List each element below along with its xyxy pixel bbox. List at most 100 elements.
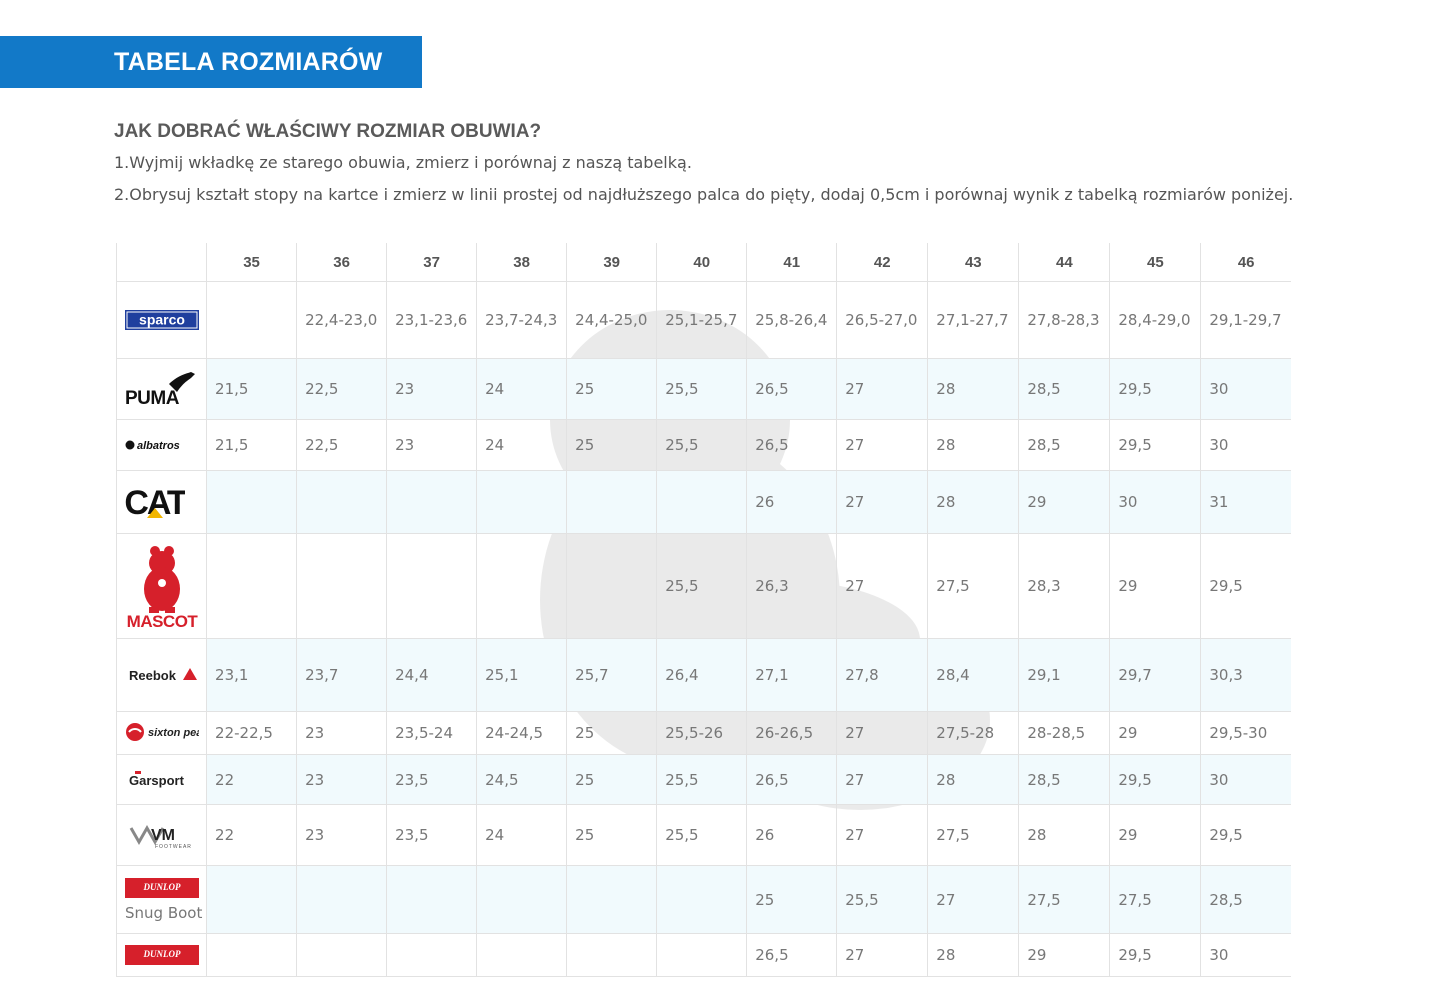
- size-value: 28,3: [1018, 533, 1110, 639]
- size-value: 23,5-24: [386, 711, 477, 755]
- size-value: 25: [566, 804, 657, 866]
- size-value: 23,1: [206, 638, 297, 712]
- svg-text:DUNLOP: DUNLOP: [143, 882, 181, 892]
- size-value: 25: [566, 754, 657, 805]
- size-value: 27,8: [836, 638, 928, 712]
- size-value: 25: [566, 711, 657, 755]
- size-value: 25: [746, 865, 837, 934]
- brand-cell: sparco: [115, 281, 207, 359]
- size-value: 24,4-25,0: [566, 281, 657, 359]
- svg-text:VM: VM: [151, 827, 175, 844]
- size-value: 28,5: [1200, 865, 1291, 934]
- size-value: 28: [927, 754, 1019, 805]
- size-value: 28: [927, 470, 1019, 534]
- table-row: sparco 22,4-23,0 23,1-23,6 23,7-24,3 24,…: [115, 281, 1291, 359]
- size-value: [386, 470, 477, 534]
- size-table: 35 36 37 38 39 40 41 42 43 44 45 46 spar…: [115, 243, 1291, 977]
- instruction-step-2: 2.Obrysuj kształt stopy na kartce i zmie…: [114, 185, 1294, 204]
- size-header: 46: [1200, 243, 1291, 282]
- size-value: 24-24,5: [476, 711, 567, 755]
- size-value: 28-28,5: [1018, 711, 1110, 755]
- brand-cell: DUNLOP: [115, 933, 207, 977]
- title-banner: TABELA ROZMIARÓW: [0, 36, 422, 88]
- size-value: 30: [1200, 754, 1291, 805]
- size-value: 21,5: [206, 419, 297, 471]
- cat-logo-icon: CAT: [125, 484, 185, 522]
- size-header: 44: [1018, 243, 1110, 282]
- albatros-logo-icon: albatros: [125, 440, 180, 452]
- reebok-logo-icon: Reebok: [125, 650, 199, 700]
- size-value: [386, 533, 477, 639]
- dunlop-logo-icon: DUNLOP: [125, 877, 199, 898]
- size-value: 25,5: [656, 358, 747, 420]
- size-value: 29,5: [1109, 419, 1201, 471]
- table-row: DUNLOP Snug Boot 25 25,5 27 27,5 27,5 28…: [115, 865, 1291, 934]
- size-value: 27,1-27,7: [927, 281, 1019, 359]
- size-header: 36: [296, 243, 387, 282]
- size-value: [476, 933, 567, 977]
- instruction-step-1: 1.Wyjmij wkładkę ze starego obuwia, zmie…: [114, 153, 692, 172]
- size-value: 29,1: [1018, 638, 1110, 712]
- size-value: 29,5: [1200, 533, 1291, 639]
- svg-text:sixton peak: sixton peak: [148, 727, 199, 739]
- size-value: 27: [836, 533, 928, 639]
- svg-text:MASCOT: MASCOT: [127, 612, 199, 629]
- sparco-logo-icon: sparco: [125, 310, 199, 330]
- size-value: 27: [836, 754, 928, 805]
- size-header: 35: [206, 243, 297, 282]
- size-value: 26: [746, 470, 837, 534]
- size-value: 25,5: [656, 419, 747, 471]
- brand-cell: albatros: [115, 419, 207, 471]
- instructions: JAK DOBRAĆ WŁAŚCIWY ROZMIAR OBUWIA? 1.Wy…: [114, 120, 1354, 216]
- size-value: 26,4: [656, 638, 747, 712]
- svg-text:Reebok: Reebok: [129, 668, 177, 683]
- size-value: 24: [476, 358, 567, 420]
- size-value: 25,1: [476, 638, 567, 712]
- size-value: 26,3: [746, 533, 837, 639]
- size-value: 29,5-30: [1200, 711, 1291, 755]
- size-header: 42: [836, 243, 928, 282]
- size-value: [206, 933, 297, 977]
- size-value: 24,4: [386, 638, 477, 712]
- size-value: 27: [836, 419, 928, 471]
- size-header: 38: [476, 243, 567, 282]
- size-value: 22: [206, 754, 297, 805]
- size-value: 25,7: [566, 638, 657, 712]
- size-value: 23,5: [386, 754, 477, 805]
- size-value: 28,4: [927, 638, 1019, 712]
- size-value: 23: [386, 419, 477, 471]
- dunlop-logo-icon: DUNLOP: [125, 945, 199, 965]
- size-value: 22,4-23,0: [296, 281, 387, 359]
- svg-text:FOOTWEAR: FOOTWEAR: [155, 844, 192, 850]
- size-value: [386, 933, 477, 977]
- size-value: 29: [1109, 804, 1201, 866]
- size-value: 28,5: [1018, 419, 1110, 471]
- size-value: 25,5: [656, 533, 747, 639]
- size-value: [296, 533, 387, 639]
- size-value: 23: [296, 711, 387, 755]
- size-value: 21,5: [206, 358, 297, 420]
- brand-cell: VM FOOTWEAR: [115, 804, 207, 866]
- table-row: Reebok 23,1 23,7 24,4 25,1 25,7 26,4 27,…: [115, 638, 1291, 712]
- size-value: [296, 470, 387, 534]
- size-value: [566, 533, 657, 639]
- table-row: sixton peak 22-22,5 23 23,5-24 24-24,5 2…: [115, 711, 1291, 755]
- brand-cell: sixton peak: [115, 711, 207, 755]
- size-value: [476, 470, 567, 534]
- table-row: PUMA 21,5 22,5 23 24 25 25,5 26,5 27 28 …: [115, 358, 1291, 420]
- svg-text:PUMA: PUMA: [125, 388, 180, 408]
- size-value: [296, 933, 387, 977]
- size-header: 39: [566, 243, 657, 282]
- table-row: VM FOOTWEAR 22 23 23,5 24 25 25,5 26 27 …: [115, 804, 1291, 866]
- size-header: 45: [1109, 243, 1201, 282]
- svg-text:DUNLOP: DUNLOP: [143, 949, 181, 959]
- size-value: 30: [1109, 470, 1201, 534]
- size-value: 29: [1109, 711, 1201, 755]
- size-value: [206, 470, 297, 534]
- size-value: 26,5: [746, 933, 837, 977]
- size-value: 27: [927, 865, 1019, 934]
- size-value: 26,5-27,0: [836, 281, 928, 359]
- size-value: 25,8-26,4: [746, 281, 837, 359]
- size-value: 25,5: [656, 804, 747, 866]
- svg-text:Garsport: Garsport: [129, 773, 185, 788]
